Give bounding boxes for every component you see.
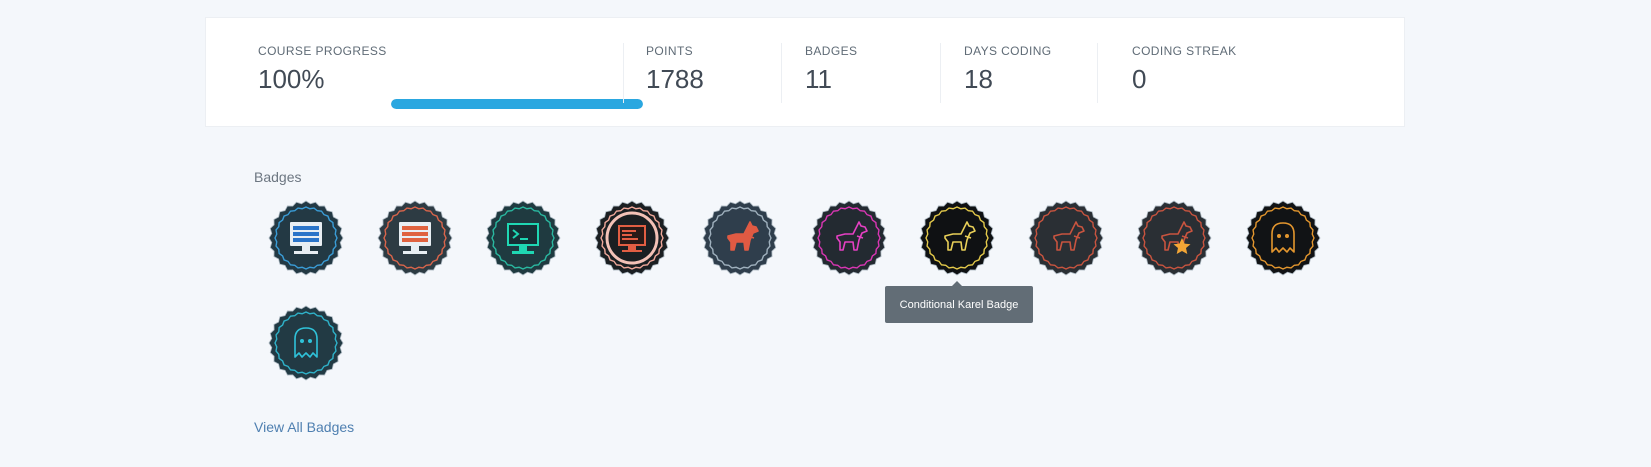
badge-item[interactable] — [268, 200, 344, 276]
badge-item[interactable] — [377, 200, 453, 276]
computer-orange-screen-icon — [377, 200, 452, 276]
points-value: 1788 — [646, 64, 704, 94]
badge-tooltip: Conditional Karel Badge — [885, 281, 1033, 323]
view-all-badges-link[interactable]: View All Badges — [254, 419, 354, 435]
days-coding-value: 18 — [964, 64, 993, 94]
badge-item[interactable] — [702, 200, 778, 276]
code-monitor-icon — [594, 200, 669, 276]
divider — [940, 43, 941, 103]
divider — [623, 43, 624, 103]
tooltip-arrow — [952, 281, 962, 286]
ghost-icon — [268, 305, 344, 381]
karel-dog-icon — [702, 200, 778, 276]
badge-item[interactable] — [1245, 200, 1321, 276]
course-progress-label: COURSE PROGRESS — [258, 44, 387, 58]
course-progress-bar — [391, 99, 643, 109]
coding-streak-label: CODING STREAK — [1132, 44, 1237, 58]
stats-card: COURSE PROGRESS 100% POINTS 1788 BADGES … — [205, 17, 1405, 127]
stat-coding-streak: CODING STREAK 0 — [1132, 44, 1237, 95]
karel-dog-icon — [811, 200, 886, 276]
badge-item[interactable] — [268, 305, 344, 381]
coding-streak-value: 0 — [1132, 64, 1147, 94]
divider — [1097, 43, 1098, 103]
points-label: POINTS — [646, 44, 694, 58]
stat-badges: BADGES 11 — [805, 44, 857, 95]
course-progress-fill — [391, 99, 643, 109]
stat-days-coding: DAYS CODING 18 — [964, 44, 1052, 95]
stat-points: POINTS 1788 — [646, 44, 704, 95]
course-progress-value: 100% — [258, 64, 325, 94]
badge-tooltip-text: Conditional Karel Badge — [899, 298, 1019, 311]
days-coding-label: DAYS CODING — [964, 44, 1052, 58]
stat-course-progress: COURSE PROGRESS 100% — [258, 44, 643, 109]
divider — [781, 43, 782, 103]
badge-item[interactable] — [919, 200, 995, 276]
karel-dog-star-icon — [1136, 200, 1212, 276]
badge-item[interactable] — [485, 200, 561, 276]
computer-blue-screen-icon — [268, 200, 344, 276]
badge-item[interactable] — [1028, 200, 1104, 276]
terminal-icon — [485, 200, 561, 276]
badges-value: 11 — [805, 64, 832, 94]
ghost-icon — [1245, 200, 1320, 276]
karel-dog-icon — [919, 200, 995, 276]
badge-item[interactable] — [811, 200, 887, 276]
badges-label: BADGES — [805, 44, 858, 58]
karel-dog-icon — [1028, 200, 1103, 276]
badge-item[interactable] — [594, 200, 670, 276]
badge-item[interactable] — [1136, 200, 1212, 276]
badges-section-title: Badges — [254, 169, 302, 185]
